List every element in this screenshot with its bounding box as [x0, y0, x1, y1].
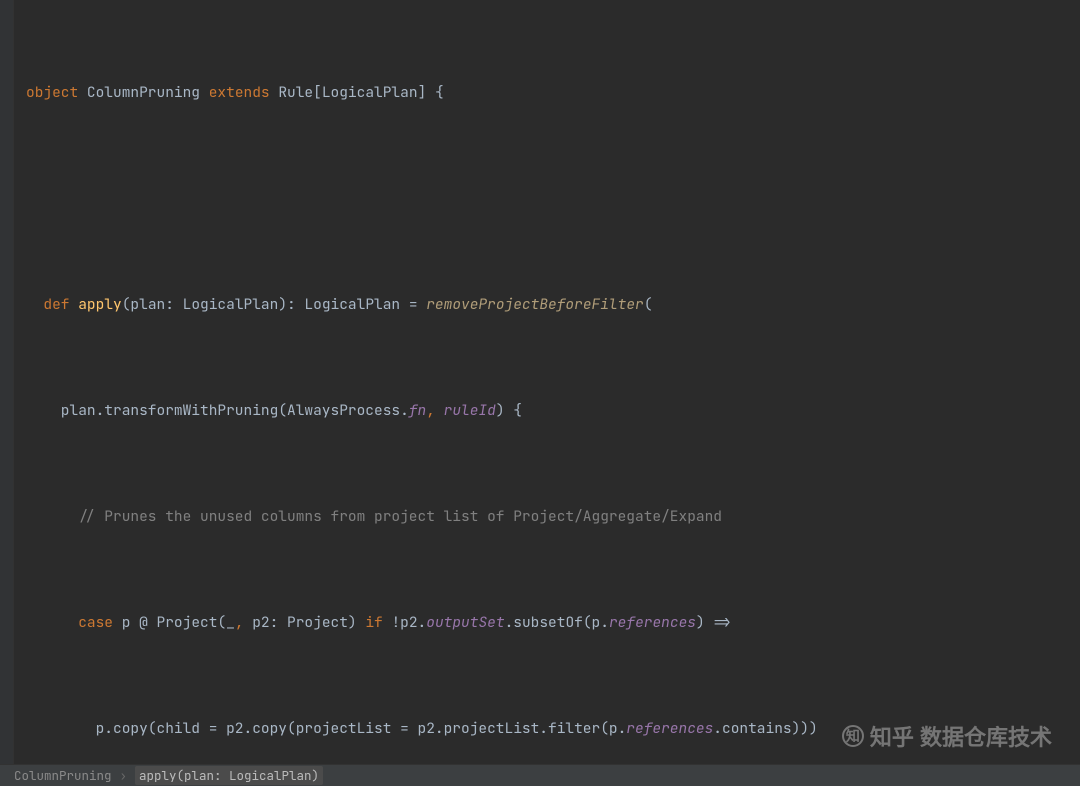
code-area[interactable]: object ColumnPruning extends Rule[Logica…: [14, 0, 1080, 786]
text: !p2.: [383, 610, 427, 637]
text: .contains))): [713, 716, 817, 743]
fn-call: removeProjectBeforeFilter: [426, 292, 644, 319]
keyword: object: [26, 80, 78, 107]
prop: outputSet: [426, 610, 504, 637]
code-line[interactable]: [26, 186, 1080, 213]
text: plan.transformWithPruning(AlwaysProcess.: [26, 398, 409, 425]
fn-name: apply: [78, 292, 122, 319]
keyword: def: [43, 292, 69, 319]
text: ) {: [496, 398, 522, 425]
comma: ,: [426, 398, 443, 425]
indent: [26, 610, 78, 637]
code-line[interactable]: object ColumnPruning extends Rule[Logica…: [26, 80, 1080, 107]
code-line[interactable]: plan.transformWithPruning(AlwaysProcess.…: [26, 398, 1080, 425]
breadcrumb[interactable]: ColumnPruning › apply(plan: LogicalPlan): [0, 764, 1080, 786]
brace: {: [435, 80, 444, 107]
signature: (plan: LogicalPlan): LogicalPlan =: [122, 292, 427, 319]
paren: (: [644, 292, 653, 319]
breadcrumb-item[interactable]: ColumnPruning: [14, 767, 112, 784]
type: Rule[LogicalPlan]: [278, 80, 426, 107]
prop: ruleId: [444, 398, 496, 425]
code-editor[interactable]: object ColumnPruning extends Rule[Logica…: [0, 0, 1080, 786]
prop: references: [609, 610, 696, 637]
code-line[interactable]: case p @ Project(_, p2: Project) if !p2.…: [26, 610, 1080, 637]
breadcrumb-item-current[interactable]: apply(plan: LogicalPlan): [135, 766, 323, 785]
code-line[interactable]: // Prunes the unused columns from projec…: [26, 504, 1080, 531]
prop: fn: [409, 398, 426, 425]
code-line[interactable]: def apply(plan: LogicalPlan): LogicalPla…: [26, 292, 1080, 319]
chevron-right-icon: ›: [120, 767, 128, 784]
text: ) =>: [696, 610, 731, 637]
text: p.copy(child = p2.copy(projectList = p2.…: [26, 716, 626, 743]
keyword: if: [365, 610, 382, 637]
class-name: ColumnPruning: [87, 80, 200, 107]
keyword: extends: [209, 80, 270, 107]
text: .subsetOf(p.: [505, 610, 609, 637]
code-line[interactable]: p.copy(child = p2.copy(projectList = p2.…: [26, 716, 1080, 743]
prop: references: [626, 716, 713, 743]
keyword: case: [78, 610, 113, 637]
comment: // Prunes the unused columns from projec…: [26, 504, 722, 531]
gutter: [0, 0, 14, 786]
